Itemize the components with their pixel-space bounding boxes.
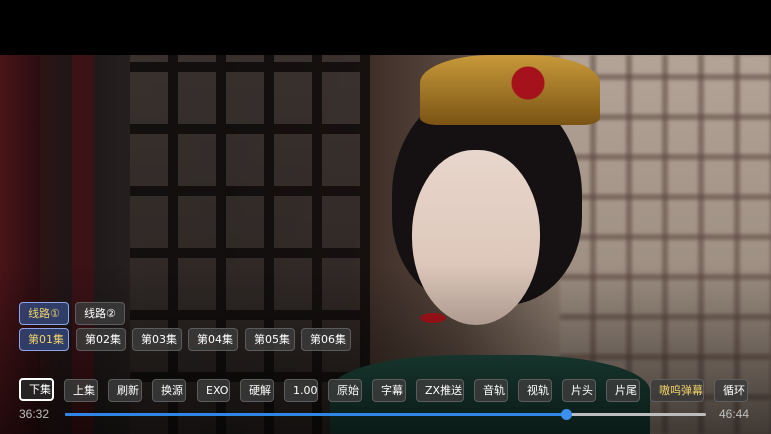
- episode-05[interactable]: 第05集: [245, 328, 295, 351]
- speed-button[interactable]: 1.00: [284, 379, 318, 402]
- route-1[interactable]: 线路①: [19, 302, 69, 325]
- switch-source-button[interactable]: 换源: [152, 379, 186, 402]
- episode-04[interactable]: 第04集: [188, 328, 238, 351]
- video-track-button[interactable]: 视轨: [518, 379, 552, 402]
- episode-01[interactable]: 第01集: [19, 328, 69, 351]
- episode-03[interactable]: 第03集: [132, 328, 182, 351]
- player-engine-button[interactable]: EXO: [197, 379, 230, 402]
- audio-track-button[interactable]: 音轨: [474, 379, 508, 402]
- ending-button[interactable]: 片尾: [606, 379, 640, 402]
- video-bottom-shade: [0, 55, 771, 434]
- next-episode-button[interactable]: 下集: [19, 378, 54, 401]
- current-time: 36:32: [19, 407, 50, 421]
- prev-episode-button[interactable]: 上集: [64, 379, 98, 402]
- cast-button[interactable]: ZX推送: [416, 379, 464, 402]
- seek-bar-progress: [65, 413, 567, 416]
- seek-bar[interactable]: [65, 409, 706, 420]
- route-2[interactable]: 线路②: [75, 302, 125, 325]
- subtitle-button[interactable]: 字幕: [372, 379, 406, 402]
- scale-button[interactable]: 原始: [328, 379, 362, 402]
- refresh-button[interactable]: 刷新: [108, 379, 142, 402]
- letterbox-top: [0, 0, 771, 55]
- video-frame[interactable]: [0, 55, 771, 434]
- episode-02[interactable]: 第02集: [76, 328, 126, 351]
- episode-06[interactable]: 第06集: [301, 328, 351, 351]
- opening-button[interactable]: 片头: [562, 379, 596, 402]
- danmaku-button[interactable]: 嗷呜弹幕: [650, 379, 704, 402]
- loop-button[interactable]: 循环: [714, 379, 748, 402]
- total-time: 46:44: [719, 407, 750, 421]
- decoder-button[interactable]: 硬解: [240, 379, 274, 402]
